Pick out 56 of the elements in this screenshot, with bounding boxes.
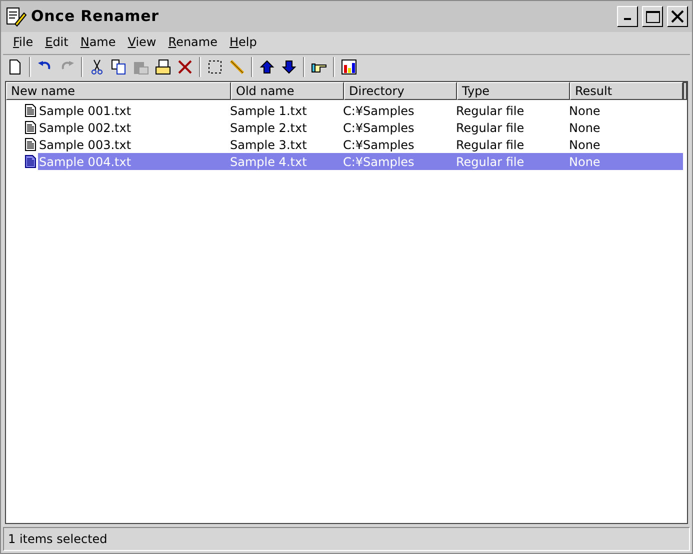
document-icon	[25, 138, 36, 151]
table-row[interactable]: Sample 003.txt Sample 3.txt C:¥Samples Regular file None	[38, 136, 683, 153]
printer-icon[interactable]	[155, 59, 171, 75]
table-cell-text: Sample 3.txt	[230, 136, 307, 154]
scissors-icon[interactable]	[89, 59, 105, 75]
table-cell-text: None	[569, 102, 600, 120]
column-header[interactable]: New name	[6, 82, 231, 100]
minimize-button[interactable]	[617, 6, 638, 27]
document-icon	[25, 121, 36, 134]
table-cell-text: None	[569, 154, 600, 170]
table-cell-text: Sample 002.txt	[39, 120, 132, 136]
table-cell-text: Regular file	[456, 102, 524, 120]
menu-item[interactable]: Name	[74, 33, 122, 51]
table-cell-text: Sample 4.txt	[230, 154, 307, 170]
menu-item[interactable]: Rename	[162, 33, 224, 51]
menu-item[interactable]: File	[7, 33, 40, 51]
close-button[interactable]	[667, 6, 688, 27]
status-text: 1 items selected	[8, 531, 108, 548]
menu-item[interactable]: View	[122, 33, 162, 51]
app-icon	[5, 6, 27, 28]
maximize-button[interactable]	[642, 6, 663, 27]
table-cell-text: Regular file	[456, 136, 524, 154]
table-cell-text: None	[569, 136, 600, 154]
close-icon	[671, 10, 684, 23]
selection-icon[interactable]	[207, 59, 223, 75]
table-cell-text: C:¥Samples	[343, 136, 414, 154]
table-cell-text: Sample 001.txt	[39, 102, 132, 120]
window-title: Once Renamer	[31, 6, 159, 28]
bar-chart-icon[interactable]	[341, 59, 357, 75]
down-arrow-icon[interactable]	[281, 59, 297, 75]
menu-item[interactable]: Edit	[39, 33, 74, 51]
table-cell-text: C:¥Samples	[343, 120, 414, 136]
delete-icon[interactable]	[177, 59, 193, 75]
maximize-icon	[646, 10, 660, 22]
column-header[interactable]: Type	[457, 82, 570, 100]
table-cell-text: Regular file	[456, 120, 524, 136]
table-row[interactable]: Sample 002.txt Sample 2.txt C:¥Samples Regular file None	[38, 119, 683, 136]
table-cell-text: C:¥Samples	[343, 102, 414, 120]
table-cell-text: None	[569, 120, 600, 136]
table-cell-text: Sample 004.txt	[39, 154, 132, 170]
copy-icon[interactable]	[111, 59, 127, 75]
document-icon	[25, 155, 36, 168]
table-cell-text: Sample 1.txt	[230, 102, 307, 120]
table-cell-text: Sample 2.txt	[230, 120, 307, 136]
document-icon	[25, 104, 36, 117]
menu-item[interactable]: Help	[223, 33, 263, 51]
column-header[interactable]: Result	[570, 82, 683, 100]
table-cell-text: C:¥Samples	[343, 154, 414, 170]
up-arrow-icon[interactable]	[259, 59, 275, 75]
pencil-icon[interactable]	[229, 59, 245, 75]
column-header[interactable]: Old name	[231, 82, 344, 100]
table-cell-text: Regular file	[456, 154, 524, 170]
column-header[interactable]: Directory	[344, 82, 457, 100]
table-row[interactable]: Sample 001.txt Sample 1.txt C:¥Samples Regular file None	[38, 102, 683, 119]
new-file-icon[interactable]	[7, 59, 23, 75]
table-cell-text: Sample 003.txt	[39, 136, 132, 154]
